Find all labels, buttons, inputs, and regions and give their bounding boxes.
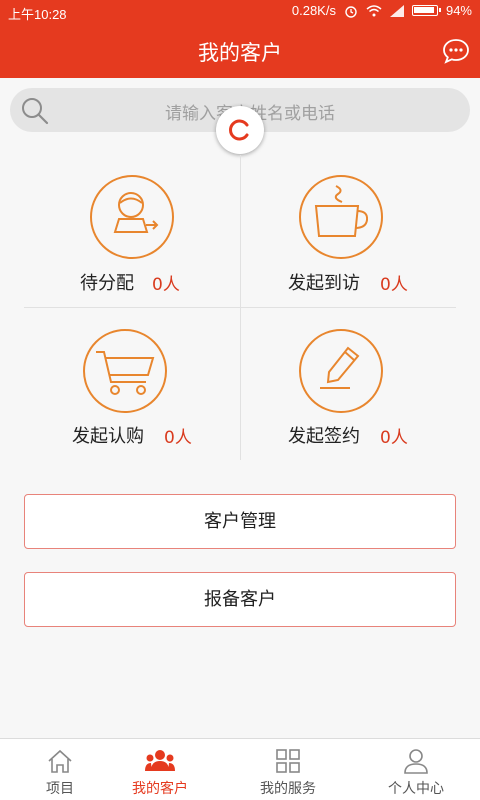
- status-indicators: 0.28K/s 94%: [292, 3, 472, 18]
- tab-my-services[interactable]: 我的服务: [228, 739, 348, 800]
- grid-item-label: 发起到访: [288, 273, 360, 294]
- tab-label: 我的客户: [132, 781, 188, 797]
- report-customer-button[interactable]: 报备客户: [24, 572, 456, 627]
- net-speed: 0.28K/s: [291, 3, 336, 18]
- chat-button[interactable]: [442, 37, 470, 65]
- grid-item-initiate-visit[interactable]: 发起到访 0人: [240, 155, 456, 307]
- grid-item-count: 0人: [164, 428, 192, 448]
- tab-personal-center[interactable]: 个人中心: [356, 739, 476, 800]
- customer-manage-button[interactable]: 客户管理: [24, 494, 456, 549]
- customer-status-grid: 待分配 0人 发起到访 0人 发起认购 0人 发起签约 0人: [24, 155, 456, 460]
- chat-bubble-icon: [443, 39, 469, 64]
- shopping-cart-icon: [82, 328, 168, 414]
- wifi-icon: [366, 5, 382, 17]
- grid-item-initiate-subscription[interactable]: 发起认购 0人: [24, 308, 240, 460]
- grid-item-count: 0人: [380, 428, 408, 448]
- bottom-tab-bar: 项目 我的客户 我的服务 个人中心: [0, 738, 480, 800]
- tab-label: 我的服务: [260, 781, 316, 797]
- status-bar: 上午10:28 0.28K/s 94%: [0, 0, 480, 24]
- people-icon: [145, 750, 175, 771]
- status-time: 上午10:28: [8, 7, 67, 22]
- tab-label: 个人中心: [388, 781, 444, 797]
- coffee-cup-icon: [298, 174, 384, 260]
- grid-item-label: 发起签约: [288, 426, 360, 447]
- home-icon: [48, 749, 72, 773]
- person-icon: [404, 749, 428, 774]
- refresh-spinner: [216, 106, 264, 154]
- alarm-icon: [345, 5, 357, 18]
- grid-icon: [276, 749, 300, 773]
- title-bar: 我的客户: [0, 24, 480, 78]
- loading-icon: [229, 119, 249, 141]
- grid-item-count: 0人: [152, 275, 180, 295]
- battery-icon: [411, 5, 441, 16]
- grid-item-label: 发起认购: [72, 426, 144, 447]
- page-title: 我的客户: [198, 41, 282, 65]
- grid-item-initiate-signing[interactable]: 发起签约 0人: [240, 308, 456, 460]
- tab-my-customers[interactable]: 我的客户: [100, 739, 220, 800]
- grid-item-pending-assign[interactable]: 待分配 0人: [24, 155, 240, 307]
- signal-icon: [389, 4, 404, 17]
- pen-sign-icon: [298, 328, 384, 414]
- grid-item-label: 待分配: [80, 273, 134, 294]
- screen: 上午10:28 0.28K/s 94% 我的客户 请输入客户姓名或电话: [0, 0, 480, 800]
- assign-person-icon: [89, 174, 175, 260]
- battery-level: 94%: [445, 3, 472, 18]
- grid-item-count: 0人: [380, 275, 408, 295]
